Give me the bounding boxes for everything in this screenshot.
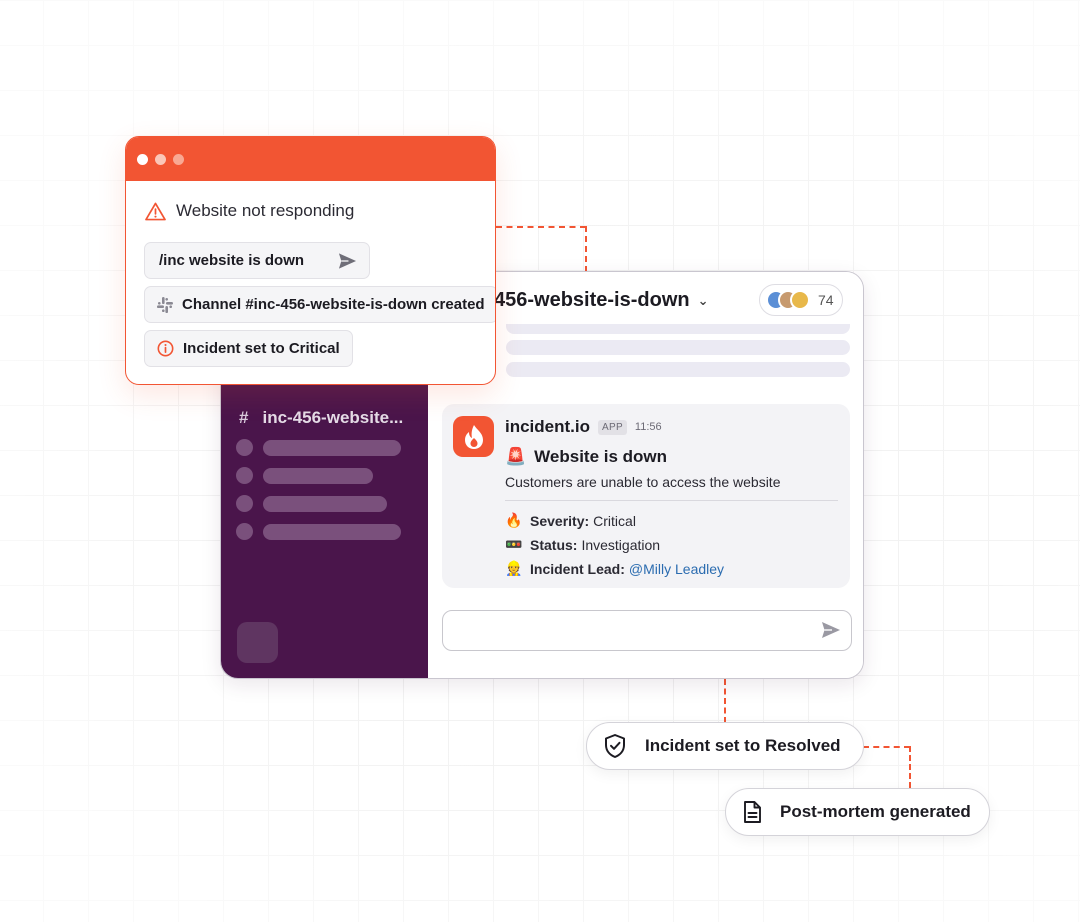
siren-icon: 🚨 xyxy=(505,447,527,466)
message-sender: incident.io APP 11:56 xyxy=(505,417,662,437)
window-close-dot[interactable] xyxy=(137,154,148,165)
member-count: 74 xyxy=(818,292,834,308)
sender-name[interactable]: incident.io xyxy=(505,417,590,437)
sidebar-channel-item[interactable]: # inc-456-website... xyxy=(239,408,403,428)
warning-icon xyxy=(145,202,166,220)
severity-chip: Incident set to Critical xyxy=(144,330,353,367)
channel-title-text: 456-website-is-down xyxy=(494,289,690,311)
message-placeholder xyxy=(506,324,850,334)
info-icon xyxy=(157,340,174,357)
channel-created-text: Channel #inc-456-website-is-down created xyxy=(182,296,485,313)
message-subtitle: Customers are unable to access the websi… xyxy=(505,474,781,490)
command-chip[interactable]: /inc website is down xyxy=(144,242,370,279)
connector-slack-to-resolved xyxy=(724,679,726,723)
connector-resolved-to-postmortem-h xyxy=(863,746,910,748)
severity-field: 🔥 Severity: Critical xyxy=(505,512,636,529)
slack-icon xyxy=(157,296,173,313)
resolved-text: Incident set to Resolved xyxy=(645,736,841,755)
connector-alert-to-slack-v xyxy=(585,226,587,272)
window-minimize-dot[interactable] xyxy=(155,154,166,165)
workspace-avatar[interactable] xyxy=(237,622,278,663)
channel-created-chip: Channel #inc-456-website-is-down created xyxy=(144,286,495,323)
chevron-down-icon: ⌄ xyxy=(697,292,709,308)
message-headline: 🚨 Website is down xyxy=(505,447,667,467)
app-badge: APP xyxy=(598,419,627,435)
field-value: Investigation xyxy=(581,536,661,553)
status-field: 🚥 Status: Investigation xyxy=(505,536,660,553)
severity-set-text: Incident set to Critical xyxy=(183,340,340,357)
command-text: /inc website is down xyxy=(159,252,305,269)
message-time[interactable]: 11:56 xyxy=(635,421,662,433)
message-placeholder xyxy=(506,340,850,355)
sidebar-placeholder-item xyxy=(236,495,387,512)
window-maximize-dot[interactable] xyxy=(173,154,184,165)
traffic-light-icon: 🚥 xyxy=(505,536,523,552)
sidebar-placeholder-item xyxy=(236,523,401,540)
field-label: Status: xyxy=(530,536,578,553)
headline-text: Website is down xyxy=(534,447,668,466)
document-icon xyxy=(744,801,761,823)
message-composer[interactable] xyxy=(442,610,852,651)
divider xyxy=(505,500,838,501)
incident-io-logo-icon xyxy=(453,416,494,457)
message-placeholder xyxy=(506,362,850,377)
alert-title-text: Website not responding xyxy=(176,201,355,220)
construction-worker-icon: 👷 xyxy=(505,560,523,576)
members-button[interactable]: 74 xyxy=(759,284,843,316)
connector-resolved-to-postmortem-v xyxy=(909,746,911,788)
sidebar-channel-label: inc-456-website... xyxy=(262,408,404,427)
sidebar-placeholder-item xyxy=(236,439,401,456)
shield-check-icon xyxy=(605,734,625,758)
alert-title: Website not responding xyxy=(145,201,354,221)
fire-icon: 🔥 xyxy=(505,512,523,528)
sidebar-placeholder-item xyxy=(236,467,373,484)
avatar xyxy=(790,290,810,310)
window-titlebar xyxy=(126,137,495,181)
incident-lead-field: 👷 Incident Lead: @Milly Leadley xyxy=(505,560,724,577)
hash-icon: # xyxy=(239,408,249,427)
user-mention-link[interactable]: @Milly Leadley xyxy=(629,561,724,577)
field-value: Critical xyxy=(593,512,636,529)
connector-alert-to-slack-h xyxy=(496,226,586,228)
send-icon[interactable] xyxy=(821,621,841,644)
field-label: Incident Lead: xyxy=(530,560,625,577)
postmortem-text: Post-mortem generated xyxy=(780,802,971,821)
incident-message: incident.io APP 11:56 🚨 Website is down … xyxy=(442,404,850,588)
alert-window: Website not responding /inc website is d… xyxy=(125,136,496,385)
field-label: Severity: xyxy=(530,512,590,529)
send-icon[interactable] xyxy=(338,252,357,270)
resolved-pill: Incident set to Resolved xyxy=(586,722,864,770)
postmortem-pill: Post-mortem generated xyxy=(725,788,990,836)
channel-title[interactable]: 456-website-is-down ⌄ xyxy=(494,289,709,312)
